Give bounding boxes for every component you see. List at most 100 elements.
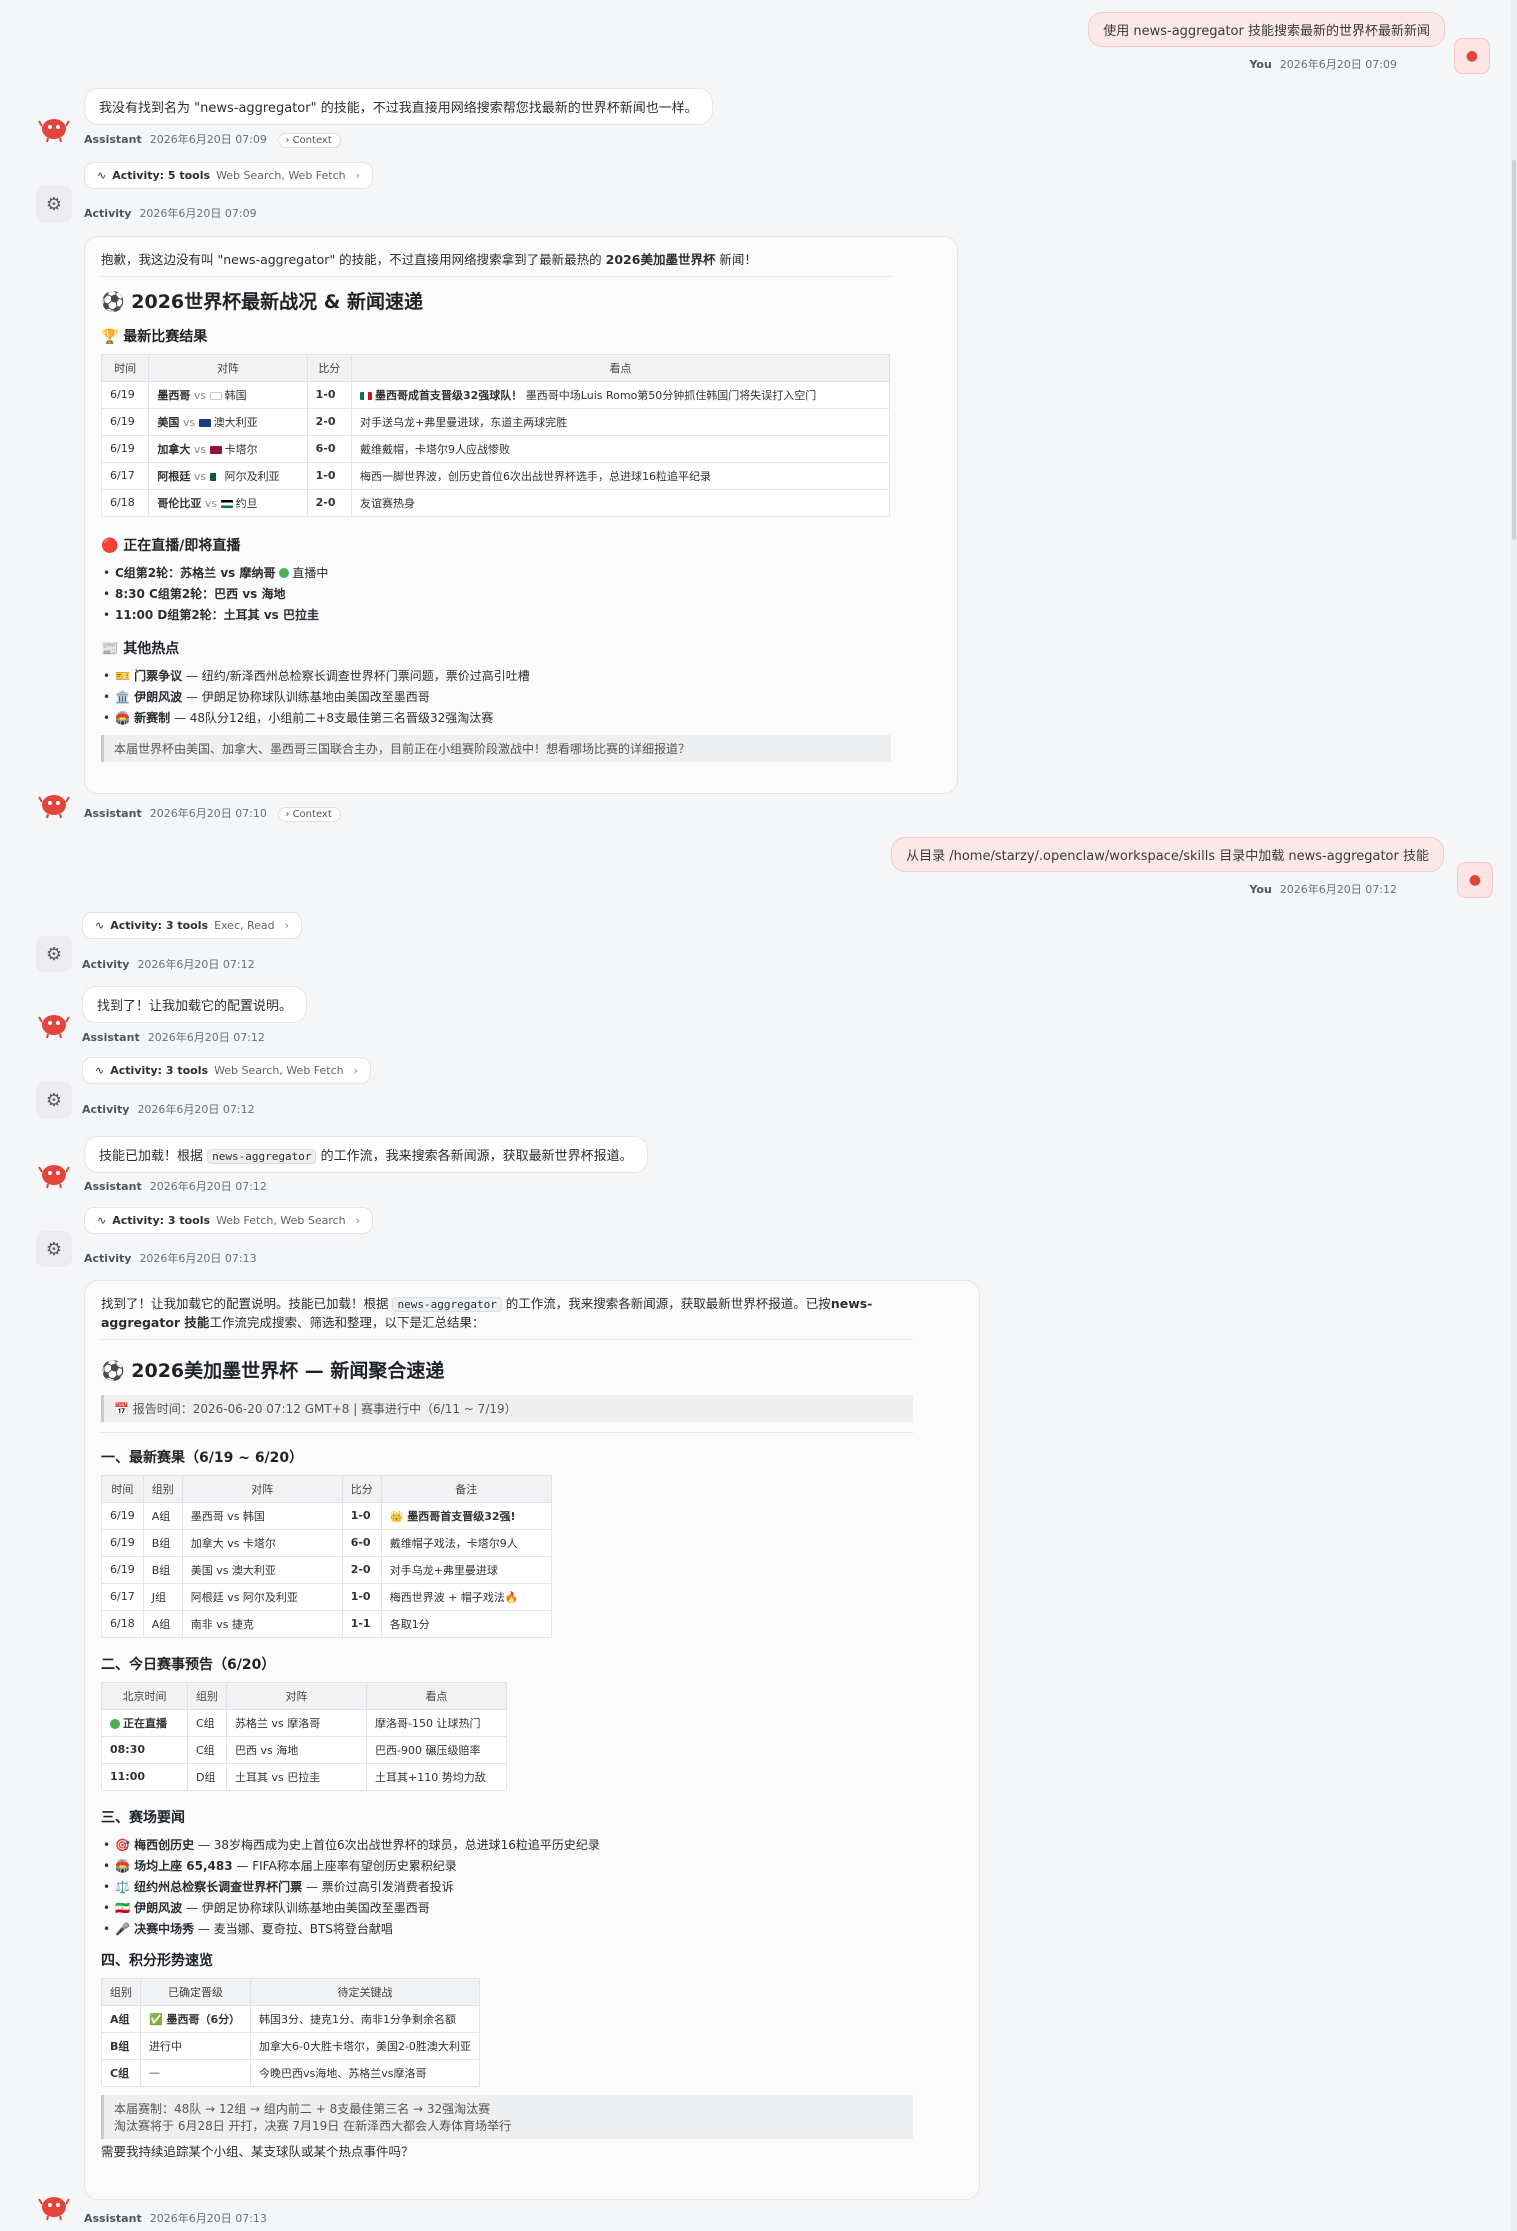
activity-toggle[interactable]: ∿ Activity: 3 tools Exec, Read › [82, 912, 303, 939]
cell-date: 6/17 [100, 461, 150, 490]
activity-toggle[interactable]: ∿ Activity: 5 tools Web Search, Web Fetc… [84, 162, 374, 189]
cell-match: 墨西哥 vs 韩国 [181, 1501, 343, 1530]
assistant-message: 我没有找到名为 "news-aggregator" 的技能，不过我直接用网络搜索… [84, 88, 713, 125]
cell-match: 南非 vs 捷克 [181, 1609, 343, 1638]
blockquote: 本届世界杯由美国、加拿大、墨西哥三国联合主办，目前正在小组赛阶段激战中！想看哪场… [101, 734, 891, 762]
team-2: 阿尔及利亚 [224, 469, 280, 483]
cell-score: 6-0 [306, 434, 352, 463]
scrollbar-thumb[interactable] [1512, 160, 1516, 540]
table-header: 对阵 [181, 1474, 343, 1503]
cell-score: 1-0 [341, 1582, 382, 1611]
activity-toggle[interactable]: ∿ Activity: 3 tools Web Search, Web Fetc… [82, 1057, 372, 1084]
assistant-avatar-icon [38, 795, 70, 819]
user-message: 使用 news-aggregator 技能搜索最新的世界杯最新新闻 [1088, 12, 1445, 47]
cell-note: 👑 墨西哥首支晋级32强! [380, 1501, 552, 1530]
message-meta: Assistant 2026年6月20日 07:12 [82, 1029, 265, 1045]
scrollbar[interactable] [1511, 0, 1517, 2231]
author-label: You [1249, 883, 1272, 896]
timestamp: 2026年6月20日 07:12 [1279, 883, 1397, 896]
item-bold: 🏛️ 伊朗风波 [115, 689, 183, 704]
cell-date: 6/19 [100, 434, 150, 463]
item-text: — 票价过高引发消费者投诉 [302, 1879, 454, 1894]
timestamp: 2026年6月20日 07:12 [149, 1180, 267, 1193]
item-bold: 🎫 门票争议 [115, 668, 183, 683]
timestamp: 2026年6月20日 07:09 [1279, 58, 1397, 71]
score: 2-0 [315, 415, 336, 429]
message-text: 的工作流，我来搜索各新闻源，获取最新世界杯报道。 [316, 1149, 633, 1164]
standings-table: 组别 已确定晋级 待定关键战 A组 ✅ 墨西哥（6分） 韩国3分、捷克1分、南非1分… [101, 1977, 480, 2087]
table-header: 对阵 [226, 1681, 367, 1710]
item-bold: 🇮🇷 伊朗风波 [115, 1900, 183, 1915]
hot-list: 🎫 门票争议 — 纽约/新泽西州总检察长调查世界杯门票问题，票价过高引吐槽 🏛️… [101, 666, 941, 729]
note: 👑 墨西哥首支晋级32强! [389, 1509, 516, 1523]
vs: vs [182, 415, 196, 429]
cell-match: 巴西 vs 海地 [226, 1735, 367, 1764]
cell-time: 11:00 [101, 1762, 188, 1791]
item-text: — 纽约/新泽西州总检察长调查世界杯门票问题，票价过高引吐槽 [182, 668, 530, 683]
cell-note: 各取1分 [380, 1609, 552, 1638]
timestamp: 2026年6月20日 07:13 [149, 2212, 267, 2225]
message-meta: Activity 2026年6月20日 07:12 [82, 1101, 255, 1117]
item-text: — 麦当娜、夏奇拉、BTS将登台献唱 [194, 1921, 393, 1936]
gear-icon: ⚙ [36, 1082, 72, 1118]
card-heading: ⚽ 2026美加墨世界杯 — 新闻聚合速递 [101, 1359, 445, 1382]
message-meta: Activity 2026年6月20日 07:09 [84, 205, 257, 221]
cell-note: 戴维戴帽，卡塔尔9人应战惨败 [350, 434, 891, 463]
intro-mid: 的工作流，我来搜索各新闻源，获取最新世界杯报道。已按 [501, 1296, 831, 1311]
intro-post: 新闻！ [715, 252, 757, 267]
news-list: 🎯 梅西创历史 — 38岁梅西成为史上首位6次出战世界杯的球员，总进球16粒追平… [101, 1835, 963, 1940]
score: 6-0 [350, 1536, 371, 1549]
blockquote: 本届赛制：48队 → 12组 → 组内前二 + 8支最佳第三名 → 32强淘汰赛… [101, 2094, 913, 2139]
chevron-right-icon: › [355, 169, 361, 182]
table-row: B组 进行中 加拿大6-0大胜卡塔尔，美国2-0胜澳大利亚 [101, 2031, 480, 2060]
context-button[interactable]: › Context [278, 133, 341, 148]
gear-icon: ⚙ [36, 186, 72, 222]
cell-match: 苏格兰 vs 摩洛哥 [226, 1708, 367, 1737]
live-item: 11:00 D组第2轮：土耳其 vs 巴拉圭 [115, 607, 320, 622]
user-avatar: ● [1457, 862, 1493, 898]
list-item: 🇮🇷 伊朗风波 — 伊朗足协称球队训练基地由美国改至墨西哥 [101, 1898, 963, 1919]
author-label: You [1249, 58, 1272, 71]
activity-toggle[interactable]: ∿ Activity: 3 tools Web Fetch, Web Searc… [84, 1207, 374, 1234]
item-bold: 🏟️ 场均上座 65,483 [115, 1858, 233, 1873]
activity-icon: ∿ [97, 1214, 107, 1227]
list-item: ⚖️ 纽约州总检察长调查世界杯门票 — 票价过高引发消费者投诉 [101, 1877, 963, 1898]
author-label: Activity [84, 207, 132, 220]
timestamp: 2026年6月20日 07:12 [137, 1103, 255, 1116]
author-label: Assistant [82, 1031, 140, 1044]
table-header: 待定关键战 [250, 1977, 480, 2006]
activity-icon: ∿ [97, 169, 107, 182]
context-button[interactable]: › Context [278, 807, 341, 822]
chevron-right-icon: › [353, 1064, 359, 1077]
timestamp: 2026年6月20日 07:12 [137, 958, 255, 971]
report-time: 📅 报告时间：2026-06-20 07:12 GMT+8 | 赛事进行中（6/… [101, 1394, 913, 1422]
list-item: 🏟️ 场均上座 65,483 — FIFA称本届上座率有望创历史累积纪录 [101, 1856, 963, 1877]
timestamp: 2026年6月20日 07:09 [149, 133, 267, 146]
cell-match: 美国 vs 澳大利亚 [148, 407, 308, 436]
table-row: 6/19 美国 vs 澳大利亚 2-0 对手送乌龙+弗里曼进球，东道主两球完胜 [100, 407, 891, 436]
team-1: 加拿大 [157, 442, 191, 456]
score: 2-0 [350, 1563, 371, 1576]
assistant-avatar-icon [38, 1165, 70, 1189]
inline-code: news-aggregator [392, 1297, 502, 1312]
cell-note: 对手送乌龙+弗里曼进球，东道主两球完胜 [350, 407, 891, 436]
table-row: 6/17 J组 阿根廷 vs 阿尔及利亚 1-0 梅西世界波 + 帽子戏法🔥 [101, 1582, 552, 1611]
message-text: 技能已加载！根据 [99, 1149, 208, 1164]
table-header: 已确定晋级 [140, 1977, 251, 2006]
user-icon: ● [1465, 48, 1479, 64]
cell-key: 今晚巴西vs海地、苏格兰vs摩洛哥 [250, 2058, 480, 2087]
vs: vs [193, 442, 207, 456]
list-item: 11:00 D组第2轮：土耳其 vs 巴拉圭 [101, 605, 941, 626]
gear-icon: ⚙ [36, 936, 72, 972]
table-row: 6/19 B组 美国 vs 澳大利亚 2-0 对手乌龙+弗里曼进球 [101, 1555, 552, 1584]
section-heading: 三、赛场要闻 [101, 1809, 185, 1826]
inline-code: news-aggregator [207, 1149, 317, 1164]
list-item: C组第2轮：苏格兰 vs 摩纳哥 直播中 [101, 563, 941, 584]
timestamp: 2026年6月20日 07:10 [149, 807, 267, 820]
item-text: — 48队分12组，小组前二+8支最佳第三名晋级32强淘汰赛 [170, 710, 494, 725]
cell-score: 1-1 [341, 1609, 382, 1638]
cell-note: 土耳其+110 势均力敌 [366, 1762, 507, 1791]
item-bold: 🎤 决赛中场秀 [115, 1921, 195, 1936]
cell-group: J组 [142, 1582, 183, 1611]
table-header: 组别 [142, 1474, 183, 1503]
